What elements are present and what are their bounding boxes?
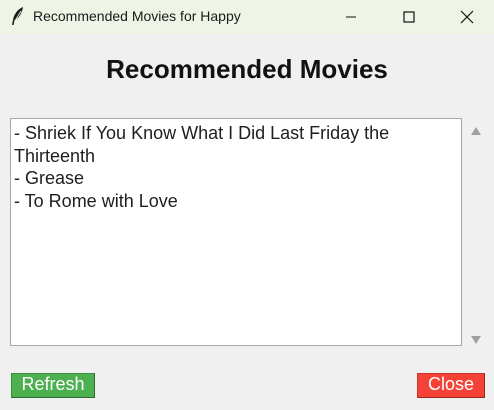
minimize-icon	[345, 11, 357, 23]
close-button[interactable]: Close	[417, 373, 485, 398]
window-close-button[interactable]	[444, 0, 490, 34]
list-item: - To Rome with Love	[14, 190, 178, 211]
maximize-icon	[403, 11, 415, 23]
list-item: Thirteenth	[14, 145, 96, 166]
scroll-up-icon[interactable]	[470, 123, 482, 135]
list-item: - Shriek If You Know What I Did Last Fri…	[14, 123, 390, 143]
scroll-down-icon[interactable]	[470, 332, 482, 344]
page-title: Recommended Movies	[106, 54, 388, 84]
maximize-button[interactable]	[386, 0, 432, 34]
close-icon	[460, 10, 474, 24]
vertical-scrollbar[interactable]	[466, 118, 486, 346]
list-item: - Grease	[14, 168, 85, 188]
movie-list-textbox[interactable]: - Shriek If You Know What I Did Last Fri…	[10, 118, 462, 346]
feather-icon	[10, 6, 26, 26]
minimize-button[interactable]	[328, 0, 374, 34]
title-bar: Recommended Movies for Happy	[0, 0, 494, 34]
window-title: Recommended Movies for Happy	[33, 8, 241, 24]
refresh-button[interactable]: Refresh	[11, 373, 95, 398]
